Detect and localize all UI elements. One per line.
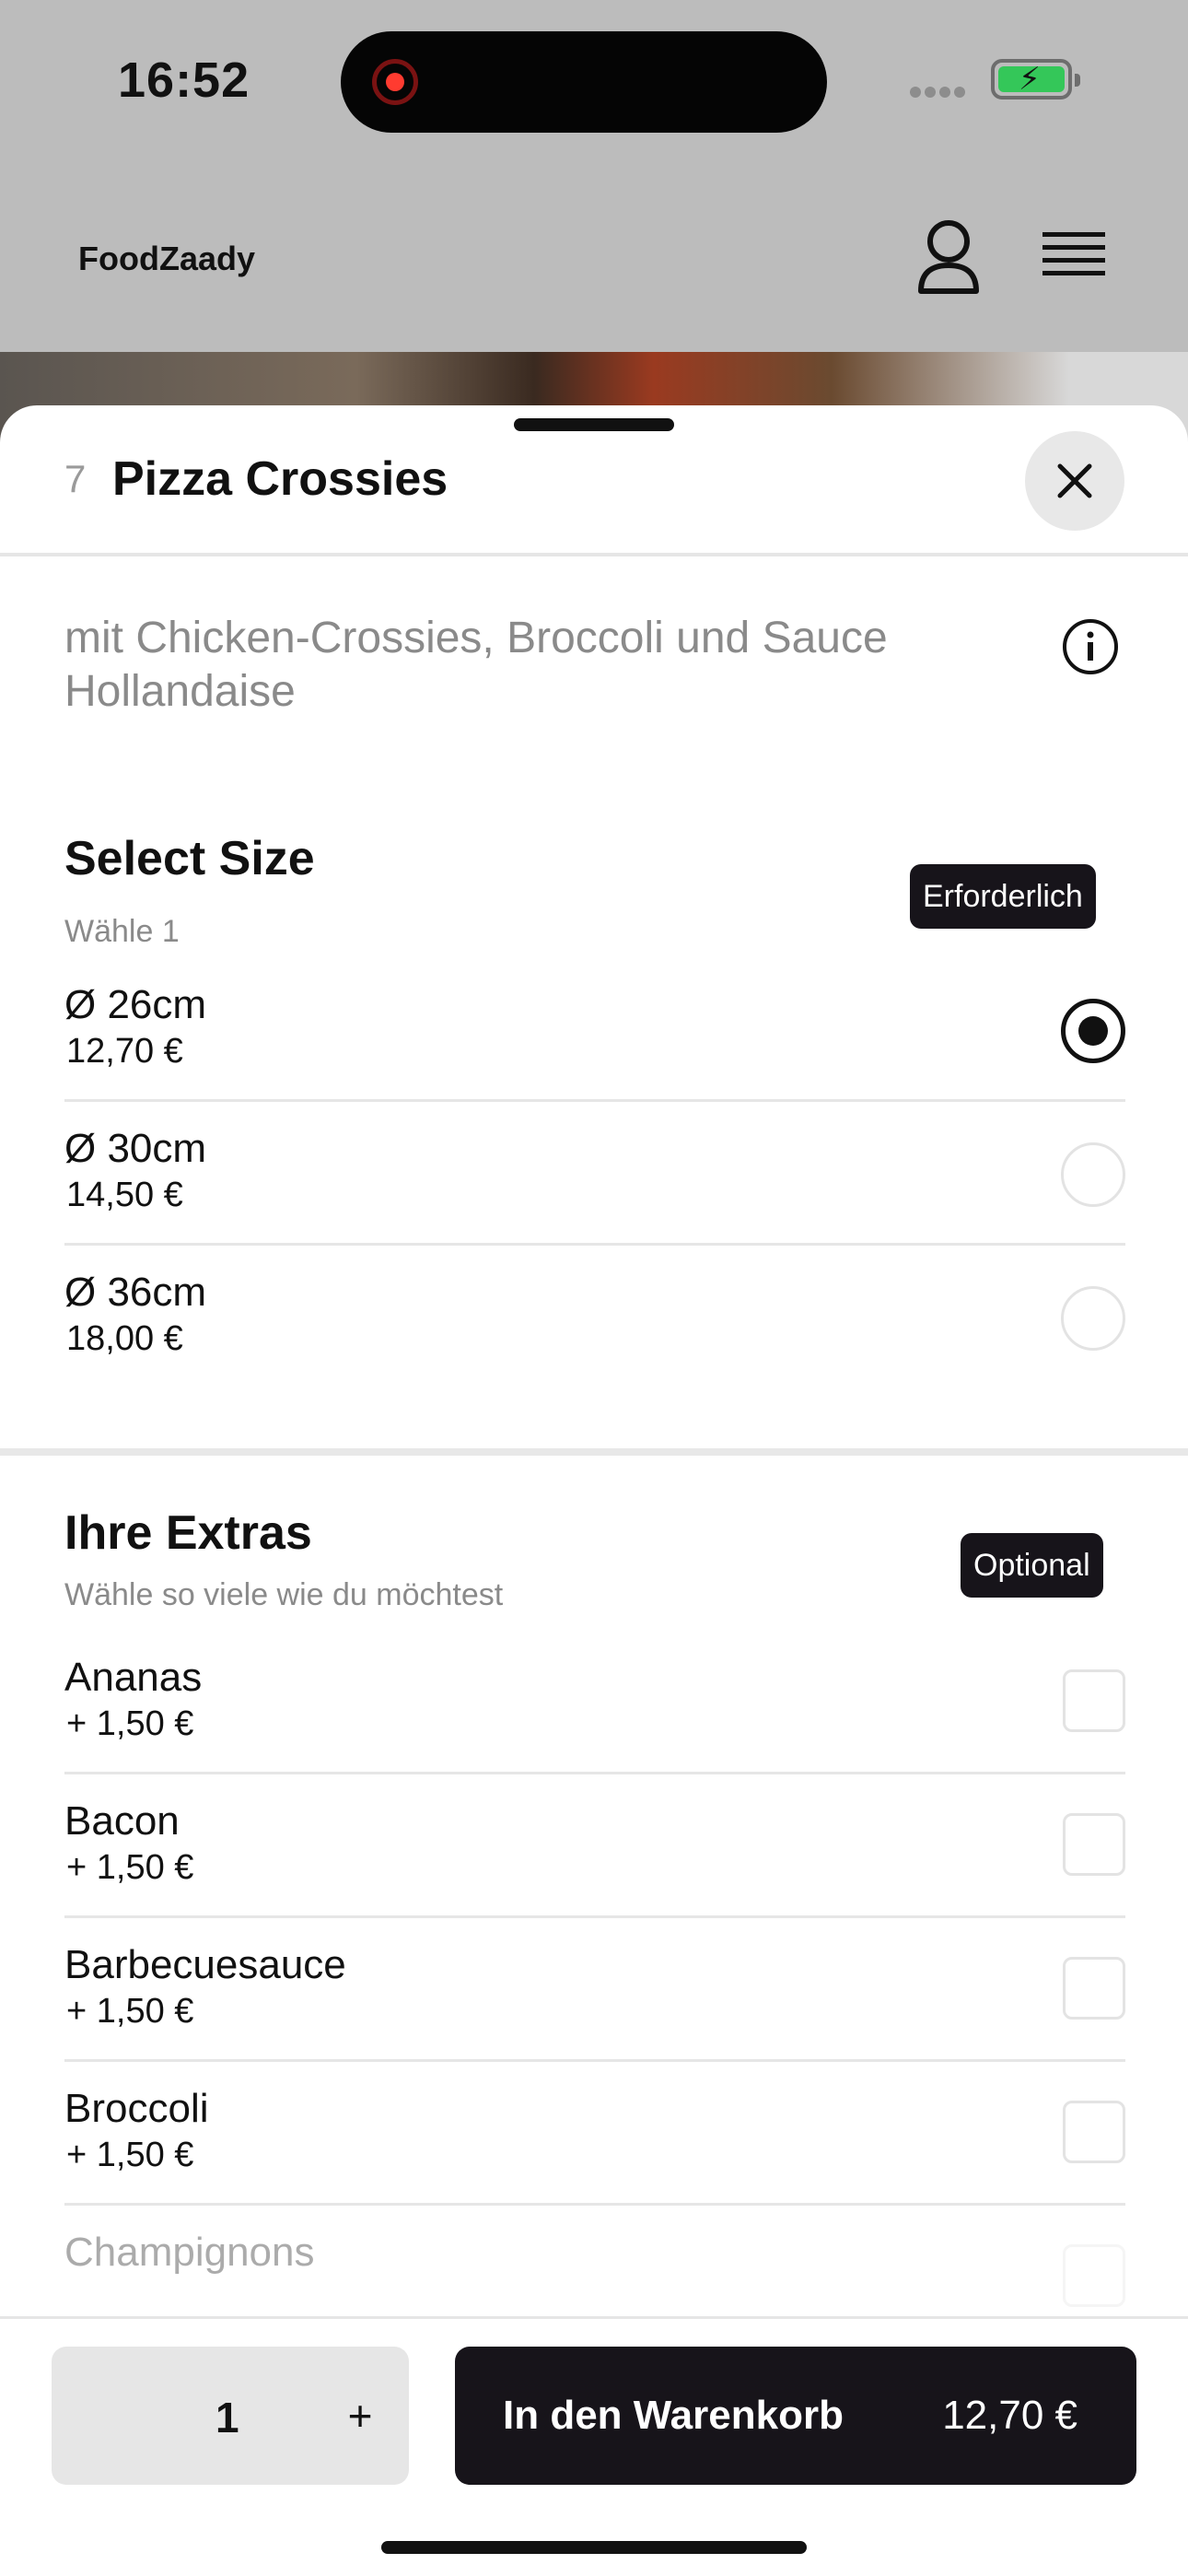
quantity-stepper: 1 + [52, 2347, 409, 2485]
option-name: Ø 36cm [64, 1270, 207, 1315]
item-title: Pizza Crossies [112, 452, 448, 506]
checkbox[interactable] [1063, 1669, 1125, 1732]
option-name: Broccoli [64, 2086, 209, 2131]
extra-option[interactable]: Bacon + 1,50 € [64, 1774, 1125, 1918]
bottom-bar: 1 + In den Warenkorb 12,70 € [0, 2316, 1188, 2576]
sheet-header: 7 Pizza Crossies [0, 405, 1188, 556]
add-to-cart-label: In den Warenkorb [503, 2393, 844, 2438]
cart-total-price: 12,70 € [942, 2393, 1077, 2438]
size-section-subtitle: Wähle 1 [64, 914, 180, 949]
extra-option[interactable]: Broccoli + 1,50 € [64, 2062, 1125, 2206]
option-price: + 1,50 € [66, 1992, 194, 2031]
info-icon[interactable] [1061, 617, 1120, 676]
item-number: 7 [64, 457, 87, 500]
section-divider [0, 1448, 1188, 1456]
app-header: FoodZaady [0, 166, 1188, 352]
checkbox[interactable] [1063, 2101, 1125, 2163]
option-price: 18,00 € [66, 1319, 183, 1358]
option-name: Bacon [64, 1798, 180, 1844]
extras-section-subtitle: Wähle so viele wie du möchtest [64, 1577, 504, 1612]
optional-badge: Optional [961, 1533, 1103, 1598]
radio[interactable] [1061, 1286, 1125, 1351]
extras-section-title: Ihre Extras [64, 1506, 312, 1560]
required-badge: Erforderlich [910, 864, 1096, 929]
record-icon [372, 59, 418, 105]
option-price: 12,70 € [66, 1032, 183, 1071]
increment-button[interactable]: + [328, 2383, 392, 2448]
radio[interactable] [1061, 1142, 1125, 1207]
option-name: Ø 26cm [64, 982, 207, 1027]
checkbox[interactable] [1063, 1957, 1125, 2020]
option-price: 14,50 € [66, 1176, 183, 1214]
status-bar: 16:52 ⚡ [0, 0, 1188, 166]
option-name: Ananas [64, 1655, 203, 1700]
quantity-value: 1 [215, 2394, 239, 2441]
home-indicator[interactable] [381, 2541, 807, 2554]
user-icon[interactable] [912, 217, 985, 297]
size-option-36[interactable]: Ø 36cm 18,00 € [64, 1246, 1125, 1389]
add-to-cart-button[interactable]: In den Warenkorb 12,70 € [455, 2347, 1136, 2485]
size-section-title: Select Size [64, 832, 315, 885]
item-description: mit Chicken-Crossies, Broccoli und Sauce… [64, 614, 888, 716]
dynamic-island [341, 31, 827, 133]
option-price: + 1,50 € [66, 2136, 194, 2174]
status-time: 16:52 [118, 53, 250, 108]
option-name: Ø 30cm [64, 1126, 207, 1171]
extra-option[interactable]: Barbecuesauce + 1,50 € [64, 1918, 1125, 2062]
option-name: Champignons [64, 2230, 315, 2275]
extra-option[interactable]: Ananas + 1,50 € [64, 1631, 1125, 1774]
close-icon [1057, 463, 1092, 498]
option-price: + 1,50 € [66, 1704, 194, 1743]
radio-selected[interactable] [1061, 999, 1125, 1063]
option-name: Barbecuesauce [64, 1942, 346, 1987]
checkbox[interactable] [1063, 2244, 1125, 2307]
battery-icon: ⚡ [991, 59, 1080, 100]
signal-icon [910, 86, 973, 98]
option-price: + 1,50 € [66, 1848, 194, 1887]
size-option-26[interactable]: Ø 26cm 12,70 € [64, 958, 1125, 1102]
size-option-30[interactable]: Ø 30cm 14,50 € [64, 1102, 1125, 1246]
item-sheet: 7 Pizza Crossies mit Chicken-Crossies, B… [0, 405, 1188, 2576]
checkbox[interactable] [1063, 1813, 1125, 1876]
menu-icon[interactable] [1039, 228, 1109, 286]
close-button[interactable] [1025, 431, 1124, 531]
brand-logo[interactable]: FoodZaady [78, 240, 255, 278]
